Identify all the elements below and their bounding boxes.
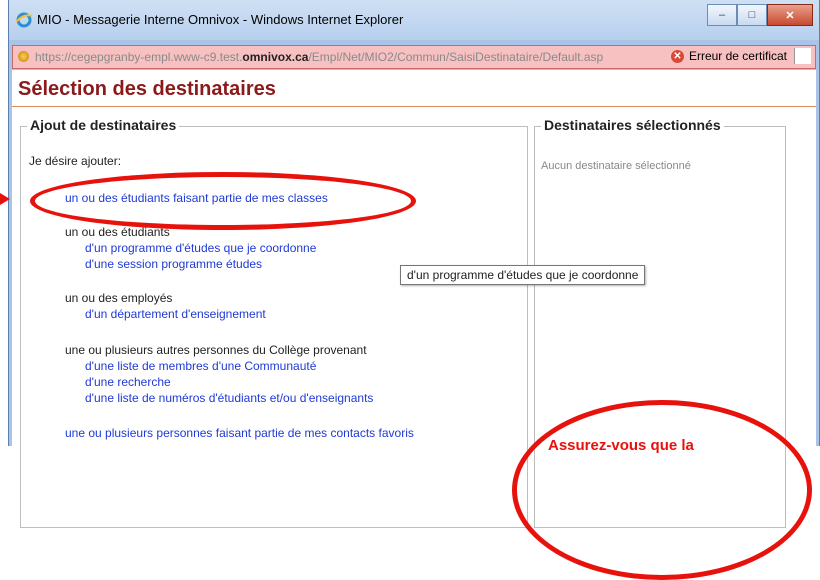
annotation-oval <box>30 172 416 230</box>
link-program-coordinate[interactable]: d'un programme d'études que je coordonne <box>85 241 316 255</box>
link-search[interactable]: d'une recherche <box>85 375 171 389</box>
link-teaching-department[interactable]: d'un département d'enseignement <box>85 307 266 321</box>
employees-header: un ou des employés <box>65 291 173 305</box>
minimize-button[interactable]: – <box>707 4 737 26</box>
add-recipients-legend: Ajout de destinataires <box>27 117 180 133</box>
page-content: Sélection des destinataires Ajout de des… <box>12 70 816 528</box>
others-header: une ou plusieurs autres personnes du Col… <box>65 343 367 357</box>
link-tooltip: d'un programme d'études que je coordonne <box>400 265 646 285</box>
maximize-button[interactable]: □ <box>737 4 767 26</box>
empty-selection-text: Aucun destinataire sélectionné <box>541 160 691 172</box>
link-favorite-contacts[interactable]: une ou plusieurs personnes faisant parti… <box>65 426 414 440</box>
intro-text: Je désire ajouter: <box>29 154 122 168</box>
site-icon <box>18 51 29 62</box>
annotation-circle <box>512 400 812 580</box>
window-controls: – □ ✕ <box>707 4 813 26</box>
page-header: Sélection des destinataires <box>12 70 816 107</box>
window-titlebar: MIO - Messagerie Interne Omnivox - Windo… <box>9 0 819 40</box>
certificate-error-label: Erreur de certificat <box>688 49 787 63</box>
link-session-program[interactable]: d'une session programme études <box>85 257 262 271</box>
ie-logo-icon <box>15 12 33 28</box>
link-id-number-list[interactable]: d'une liste de numéros d'étudiants et/ou… <box>85 391 373 405</box>
url-text[interactable]: https://cegepgranby-empl.www-c9.test.omn… <box>35 50 603 64</box>
selected-recipients-legend: Destinataires sélectionnés <box>541 117 724 133</box>
address-bar[interactable]: https://cegepgranby-empl.www-c9.test.omn… <box>12 45 816 69</box>
compatibility-icon[interactable] <box>794 48 811 64</box>
link-community-list[interactable]: d'une liste de membres d'une Communauté <box>85 359 316 373</box>
window-title: MIO - Messagerie Interne Omnivox - Windo… <box>37 12 404 27</box>
error-icon: ✕ <box>670 49 684 63</box>
page-title: Sélection des destinataires <box>18 78 276 100</box>
annotation-arrow <box>0 193 10 205</box>
certificate-error-button[interactable]: ✕ Erreur de certificat <box>670 49 787 63</box>
close-button[interactable]: ✕ <box>767 4 813 26</box>
